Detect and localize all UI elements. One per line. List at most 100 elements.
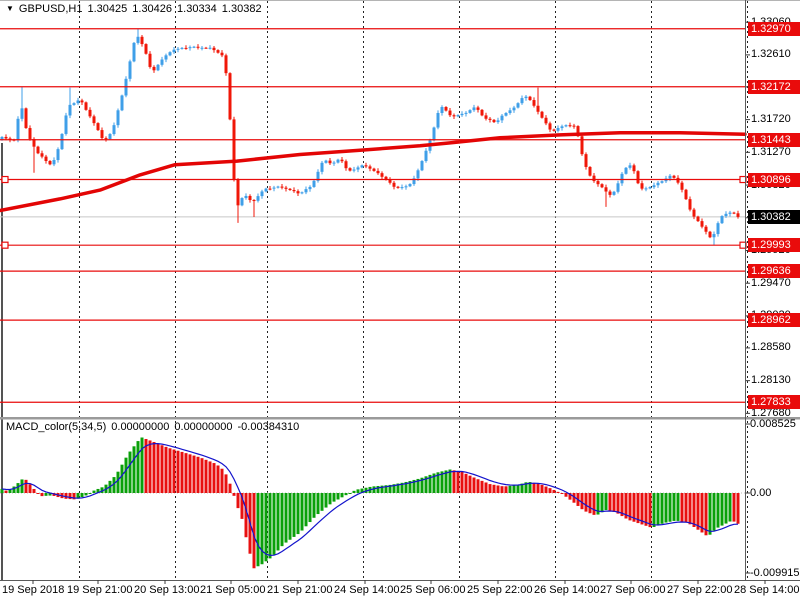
candle-body — [457, 115, 460, 116]
candle-body — [133, 43, 136, 61]
macd-histogram-bar — [93, 491, 96, 493]
macd-histogram-bar — [717, 493, 720, 528]
candle-body — [649, 187, 652, 188]
macd-histogram-bar — [669, 493, 672, 522]
candle-body — [397, 187, 400, 188]
candle-body — [669, 176, 672, 179]
candle-body — [701, 221, 704, 227]
macd-histogram-bar — [37, 493, 40, 494]
level-price-label[interactable]: 1.32970 — [748, 22, 800, 36]
candle-body — [273, 188, 276, 189]
level-price-label[interactable]: 1.28962 — [748, 313, 800, 327]
macd-histogram-bar — [673, 493, 676, 521]
panel-separator[interactable] — [0, 417, 800, 420]
candle-body — [41, 153, 44, 156]
macd-histogram-bar — [157, 444, 160, 493]
macd-histogram-bar — [469, 476, 472, 493]
level-price-label[interactable]: 1.27833 — [748, 395, 800, 409]
candle-body — [313, 181, 316, 187]
candle-body — [629, 165, 632, 167]
candle-body — [173, 50, 176, 53]
candle-body — [89, 110, 92, 116]
macd-histogram-bar — [701, 493, 704, 532]
time-axis-label: 24 Sep 14:00 — [334, 584, 399, 596]
level-price-label[interactable]: 1.32172 — [748, 80, 800, 94]
candle-body — [249, 196, 252, 200]
candle-body — [609, 192, 612, 195]
macd-value-2: 0.00000000 — [174, 421, 232, 433]
candle-body — [685, 190, 688, 199]
macd-histogram-bar — [233, 493, 236, 496]
candle-body — [589, 167, 592, 176]
candle-body — [145, 44, 148, 54]
chart-canvas[interactable] — [0, 0, 800, 600]
candle-body — [225, 55, 228, 73]
macd-histogram-bar — [465, 474, 468, 493]
candle-body — [657, 183, 660, 185]
price-axis-label: 1.28130 — [751, 374, 791, 387]
quote-bar: ▼GBPUSD,H11.304251.304261.303341.30382 — [6, 3, 262, 15]
candle-body — [301, 192, 304, 193]
candle-body — [305, 189, 308, 192]
candle-body — [517, 103, 520, 107]
candle-body — [469, 110, 472, 113]
candle-body — [509, 110, 512, 113]
candle-body — [253, 200, 256, 201]
candle-body — [617, 183, 620, 191]
candle-body — [521, 98, 524, 103]
candle-body — [193, 47, 196, 48]
candle-body — [153, 67, 156, 70]
macd-histogram-bar — [489, 484, 492, 493]
candle-body — [345, 161, 348, 168]
symbol-dropdown-icon[interactable]: ▼ — [6, 4, 14, 13]
candle-body — [673, 176, 676, 178]
macd-histogram-bar — [593, 493, 596, 515]
macd-histogram-bar — [45, 493, 48, 496]
line-selection-handle[interactable] — [2, 177, 8, 183]
candle-body — [261, 191, 264, 196]
candle-body — [557, 128, 560, 131]
macd-histogram-bar — [617, 493, 620, 514]
macd-histogram-bar — [685, 493, 688, 523]
candle-body — [85, 102, 88, 110]
macd-histogram-bar — [665, 493, 668, 523]
macd-indicator-name: MACD_color(5,34,5) — [6, 421, 106, 433]
level-price-label[interactable]: 1.29993 — [748, 238, 800, 252]
moving-average-line[interactable] — [0, 133, 745, 211]
macd-histogram-bar — [269, 493, 272, 558]
candle-body — [341, 160, 344, 162]
level-price-label[interactable]: 1.31443 — [748, 133, 800, 147]
line-selection-handle[interactable] — [2, 242, 8, 248]
candle-body — [721, 216, 724, 223]
candle-body — [597, 181, 600, 184]
candle-body — [281, 187, 284, 188]
candle-body — [37, 147, 40, 154]
candle-body — [233, 119, 236, 179]
candle-body — [97, 123, 100, 130]
macd-histogram-bar — [605, 493, 608, 510]
candle-body — [181, 48, 184, 49]
level-price-label[interactable]: 1.30896 — [748, 173, 800, 187]
macd-indicator-label: MACD_color(5,34,5)0.000000000.00000000-0… — [6, 421, 304, 433]
macd-histogram-bar — [557, 492, 560, 493]
candle-body — [637, 171, 640, 183]
macd-histogram-bar — [641, 493, 644, 524]
candle-body — [677, 178, 680, 183]
macd-histogram-bar — [697, 493, 700, 530]
candle-body — [309, 187, 312, 189]
candle-body — [361, 165, 364, 167]
price-axis-label: 1.31270 — [751, 146, 791, 159]
macd-histogram-bar — [449, 470, 452, 493]
macd-histogram-bar — [661, 493, 664, 524]
macd-axis-label: 0.00 — [750, 487, 771, 500]
macd-histogram-bar — [457, 471, 460, 493]
candle-body — [369, 166, 372, 168]
time-axis-label: 19 Sep 21:00 — [67, 584, 132, 596]
macd-histogram-bar — [709, 493, 712, 535]
candle-body — [61, 134, 64, 149]
candle-body — [169, 52, 172, 55]
macd-histogram-bar — [545, 487, 548, 493]
macd-histogram-bar — [197, 457, 200, 493]
level-price-label[interactable]: 1.29636 — [748, 264, 800, 278]
macd-histogram-bar — [313, 493, 316, 518]
